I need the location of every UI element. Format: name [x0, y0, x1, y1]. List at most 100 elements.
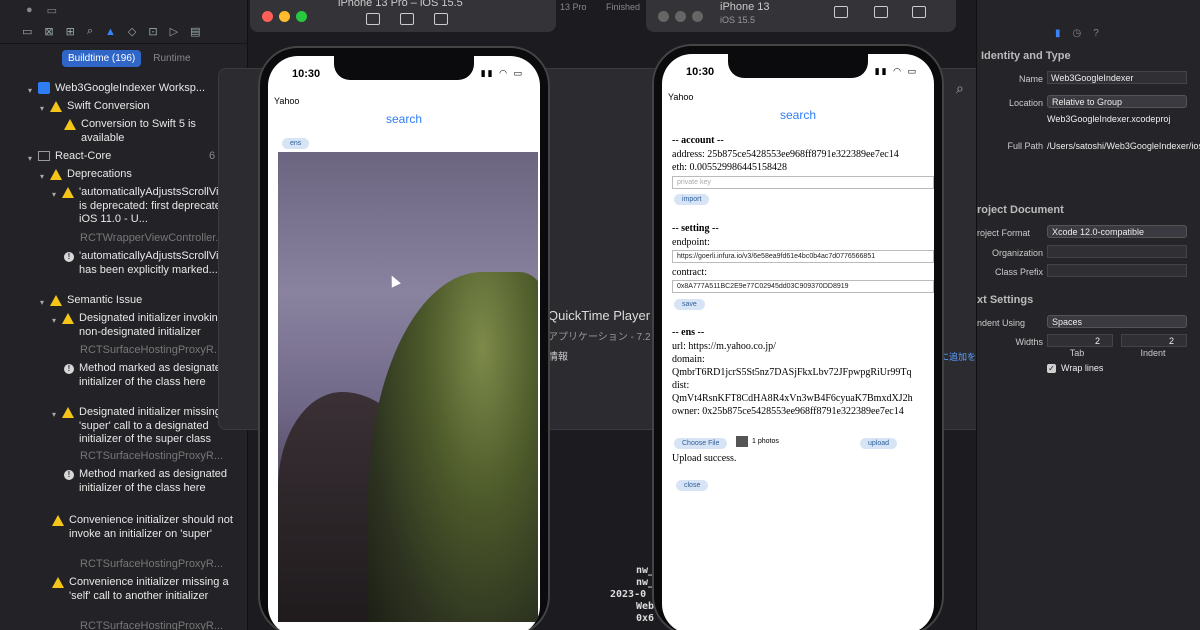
issue-navigator: ● ▭ ▭ ⊠ ⊞ ⌕ ▲ ◇ ⊡ ▷ ▤ Buildtime (196) Ru…	[0, 0, 264, 630]
search-link[interactable]: search	[662, 108, 934, 122]
build-status: Finished	[606, 2, 641, 12]
disclosure-triangle-icon[interactable]: ▾	[40, 170, 50, 184]
upload-button[interactable]: upload	[860, 438, 898, 449]
folder-icon[interactable]: ▭	[22, 25, 32, 38]
indent-using-select[interactable]: Spaces	[1047, 315, 1187, 328]
status-time: 10:30	[686, 66, 715, 78]
back-to-yahoo[interactable]: Yahoo	[668, 92, 693, 102]
disclosure-triangle-icon[interactable]: ▾	[52, 188, 62, 202]
dist-label: dist:	[672, 380, 690, 391]
close-icon[interactable]	[262, 10, 273, 22]
test-icon[interactable]: ◇	[128, 25, 136, 38]
indent-width-stepper[interactable]: 2	[1121, 334, 1187, 347]
back-to-yahoo[interactable]: Yahoo	[274, 96, 299, 106]
choose-file-button[interactable]: Choose File	[674, 438, 728, 449]
runtime-tab[interactable]: Runtime	[147, 50, 196, 67]
rotate-icon[interactable]	[434, 13, 448, 25]
search-link[interactable]: search	[268, 112, 540, 126]
source-control-icon[interactable]: ⊠	[44, 25, 53, 38]
note-icon: !	[64, 470, 74, 480]
debug-icon[interactable]: ⊡	[148, 25, 157, 38]
issue-text: React-Core	[55, 150, 112, 162]
project-format-select[interactable]: Xcode 12.0-compatible	[1047, 225, 1187, 238]
contract-input[interactable]: 0x8A777A511BC2E9e77C02945dd03C909370DD89…	[672, 280, 934, 293]
class-prefix-label: Class Prefix	[994, 267, 1043, 277]
history-icon[interactable]: ◷	[1073, 28, 1094, 39]
issue-file-link[interactable]: RCTSurfaceHostingProxyR...	[80, 450, 223, 464]
mouse-cursor-icon	[387, 273, 401, 288]
close-button[interactable]: close	[676, 480, 709, 491]
screenshot-icon[interactable]	[874, 6, 888, 18]
simulator-bar-right: iPhone 13 iOS 15.5	[646, 0, 956, 32]
breakpoint-icon[interactable]: ▷	[170, 25, 178, 38]
search-icon[interactable]: ⌕	[956, 80, 964, 97]
signal-wifi-battery-icon: ▮▮ ◠ ▭	[874, 66, 918, 76]
issue-row[interactable]: ! 'automaticallyAdjustsScrollViewInsets' …	[64, 250, 264, 277]
screenshot-icon[interactable]	[400, 13, 414, 25]
issue-file-link[interactable]: RCTSurfaceHostingProxyR...	[80, 620, 223, 630]
private-key-input[interactable]: private key	[672, 176, 934, 189]
help-icon[interactable]: ?	[1093, 28, 1111, 39]
indent-using-label: ndent Using	[977, 318, 1026, 328]
rotate-icon[interactable]	[912, 6, 926, 18]
disclosure-triangle-icon[interactable]: ▾	[52, 408, 62, 422]
zoom-icon[interactable]	[296, 10, 307, 22]
quicktime-subtitle: アプリケーション - 7.2	[548, 332, 651, 343]
issue-text: Conversion to Swift 5 is available	[81, 118, 196, 144]
warning-icon	[52, 577, 64, 588]
issue-row[interactable]: Conversion to Swift 5 is available	[64, 118, 241, 145]
minimize-icon[interactable]	[675, 10, 686, 22]
warning-icon	[64, 119, 76, 130]
name-field[interactable]: Web3GoogleIndexer	[1047, 71, 1187, 84]
disclosure-triangle-icon[interactable]: ▾	[52, 314, 62, 328]
issue-text: Web3GoogleIndexer Worksp...	[55, 82, 206, 94]
issue-text: RCTSurfaceHostingProxyR...	[80, 450, 224, 462]
warning-icon	[62, 407, 74, 418]
sidebar-toggle-icon[interactable]: ▭	[47, 4, 57, 17]
home-icon[interactable]	[366, 13, 380, 25]
issue-icon[interactable]: ▲	[105, 26, 116, 38]
class-prefix-field[interactable]	[1047, 264, 1187, 277]
organization-label: Organization	[991, 248, 1043, 258]
disclosure-triangle-icon[interactable]: ▾	[28, 84, 38, 98]
import-button[interactable]: import	[674, 194, 710, 205]
warning-icon	[52, 515, 64, 526]
issue-row[interactable]: Convenience initializer missing a 'self'…	[52, 576, 241, 603]
issue-file-link[interactable]: RCTSurfaceHostingProxyR...	[80, 344, 223, 358]
disclosure-triangle-icon[interactable]: ▾	[40, 296, 50, 310]
home-icon[interactable]	[834, 6, 848, 18]
issue-row[interactable]: ▾React-Core6 issues	[28, 150, 249, 166]
location-label: Location	[1008, 98, 1043, 108]
issue-file-link[interactable]: RCTWrapperViewController...	[80, 232, 224, 246]
location-select[interactable]: Relative to Group	[1047, 95, 1187, 108]
minimize-icon[interactable]	[279, 10, 290, 22]
simulator-subtitle-right: iOS 15.5	[720, 15, 756, 25]
fullpath-label: Full Path	[1007, 141, 1043, 151]
organization-field[interactable]	[1047, 245, 1187, 258]
zoom-icon[interactable]	[692, 10, 703, 22]
close-window-icon[interactable]: ●	[26, 4, 33, 16]
issue-row[interactable]: ! Method marked as designated initializer…	[64, 362, 239, 389]
warning-icon	[50, 101, 62, 112]
ens-button[interactable]: ens	[282, 138, 310, 149]
buildtime-tab[interactable]: Buildtime (196)	[62, 49, 142, 67]
issue-file-link[interactable]: RCTSurfaceHostingProxyR...	[80, 558, 223, 572]
report-icon[interactable]: ▤	[190, 25, 200, 38]
issue-row[interactable]: ▾ Web3GoogleIndexer Worksp...	[28, 82, 205, 98]
disclosure-triangle-icon[interactable]: ▾	[28, 152, 38, 166]
endpoint-input[interactable]: https://goerli.infura.io/v3/6e58ea9fd61e…	[672, 250, 934, 263]
close-icon[interactable]	[658, 10, 669, 22]
fullpath-value: /Users/satoshi/Web3GoogleIndexer/ios/Web…	[1047, 141, 1200, 151]
file-icon[interactable]: ▮	[1055, 28, 1073, 39]
save-button[interactable]: save	[674, 299, 705, 310]
wrap-lines-checkbox[interactable]: ✓	[1047, 364, 1056, 373]
tab-width-stepper[interactable]: 2	[1047, 334, 1113, 347]
find-icon[interactable]: ⌕	[87, 25, 93, 38]
ens-url: url: https://m.yahoo.co.jp/	[672, 341, 776, 352]
disclosure-triangle-icon[interactable]: ▾	[40, 102, 50, 116]
symbol-icon[interactable]: ⊞	[66, 25, 75, 38]
widths-label: Widths	[1015, 337, 1043, 347]
issue-row[interactable]: ! Method marked as designated initializer…	[64, 468, 239, 495]
issue-row[interactable]: Convenience initializer should not invok…	[52, 514, 241, 541]
warning-icon	[50, 295, 62, 306]
